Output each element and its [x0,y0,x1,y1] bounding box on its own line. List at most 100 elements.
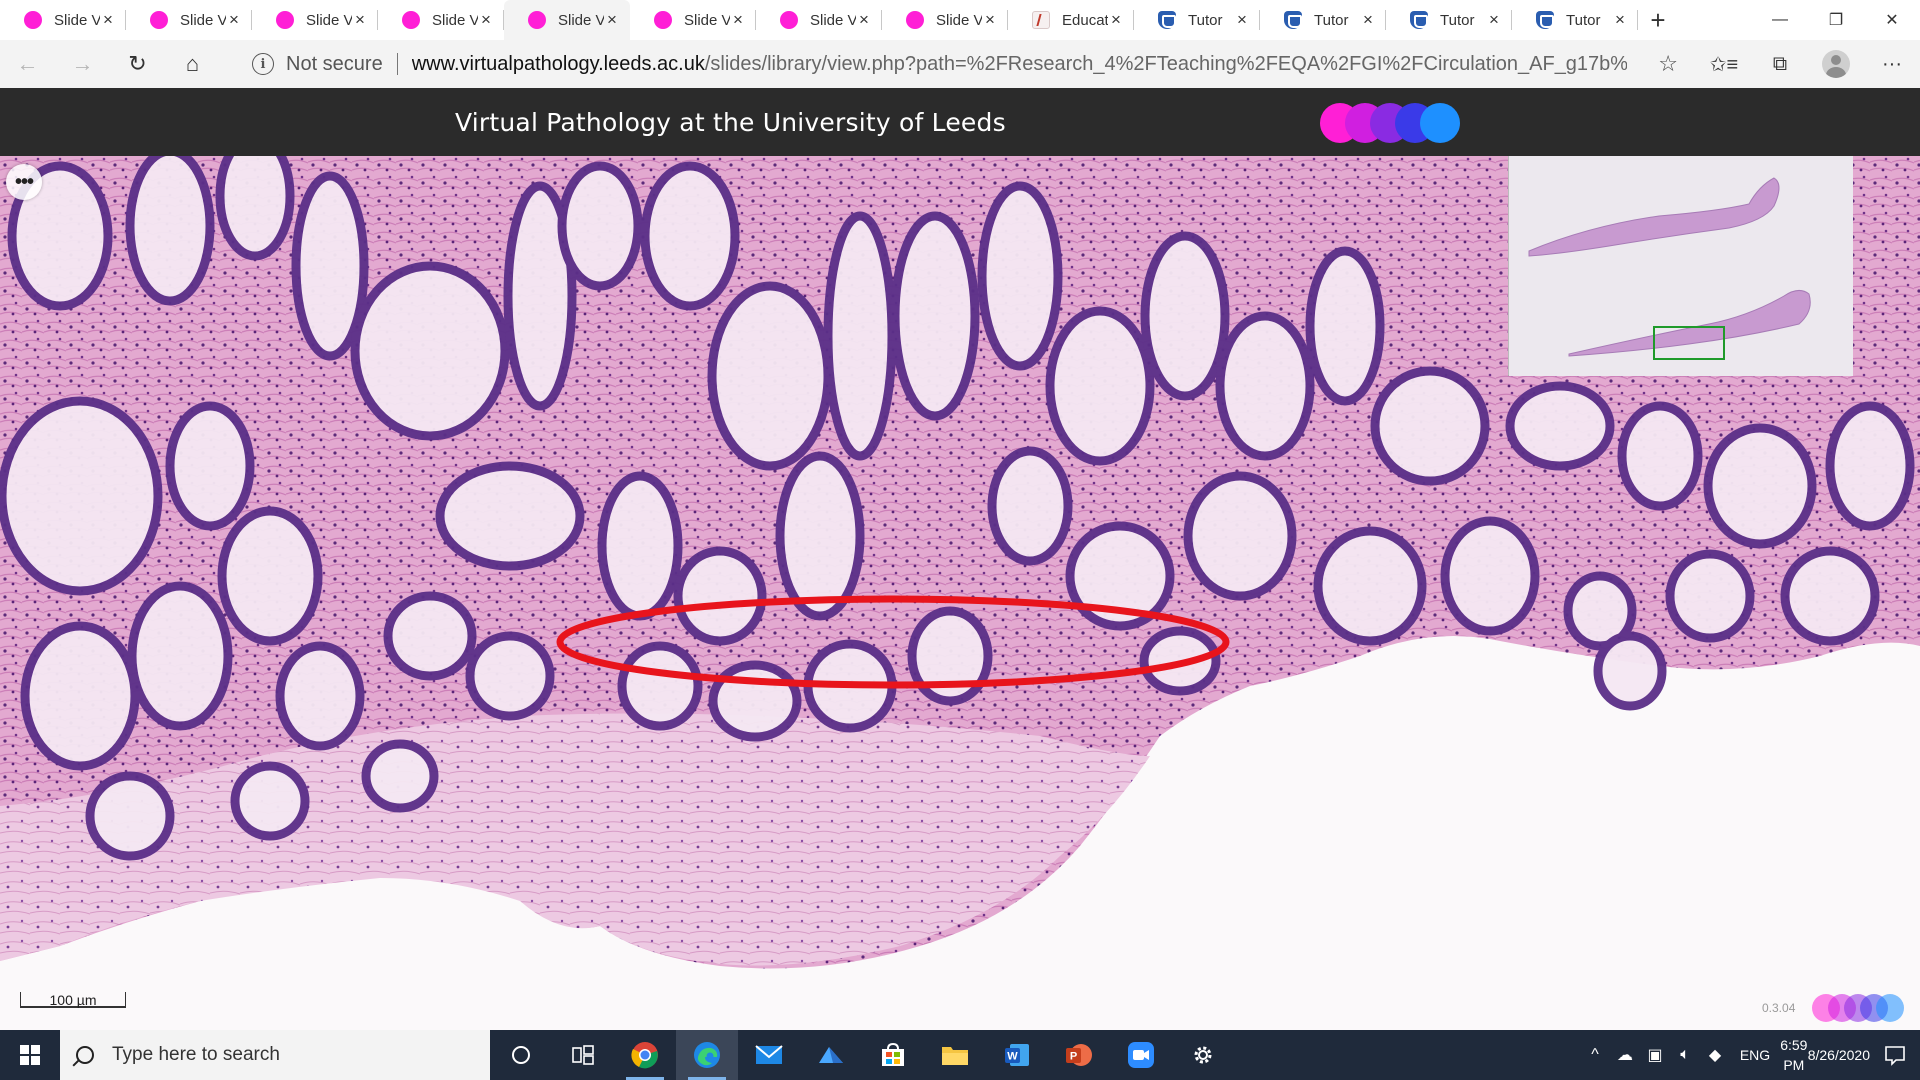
home-button[interactable]: ⌂ [165,40,220,88]
onedrive-icon[interactable]: ☁ [1610,1030,1640,1080]
shield-icon [1536,11,1554,29]
browser-tab[interactable]: Slide V × [630,0,756,40]
forward-button[interactable]: → [55,40,110,88]
volume-icon[interactable]: 🔈︎ [1670,1030,1700,1080]
browser-toolbar: ← → ↻ ⌂ i Not secure www.virtualpatholog… [0,40,1920,88]
chrome-icon[interactable] [614,1030,676,1080]
start-button[interactable] [0,1030,60,1080]
tab-close-icon[interactable]: × [100,11,116,28]
viewer-menu-button[interactable]: ••• [6,164,42,200]
pink-circle-icon [780,11,798,29]
shield-icon [1284,11,1302,29]
site-header: Virtual Pathology at the University of L… [0,88,1920,156]
browser-tab-strip: Slide V × Slide V × Slide V × Slide V × Slide V ×… [0,0,1920,40]
tab-label: Slide V [810,11,856,29]
cortana-icon[interactable] [490,1030,552,1080]
azure-data-studio-icon[interactable] [800,1030,862,1080]
url-text[interactable]: www.virtualpathology.leeds.ac.uk/slides/… [412,53,1627,76]
pink-circle-icon [528,11,546,29]
education-icon [1032,11,1050,29]
language-indicator[interactable]: ENG [1730,1030,1780,1080]
address-separator [396,53,398,75]
back-button[interactable]: ← [0,40,55,88]
shield-icon [1158,11,1176,29]
search-placeholder: Type here to search [112,1044,280,1065]
overview-thumbnail[interactable] [1508,156,1853,376]
zoom-icon[interactable] [1110,1030,1172,1080]
powerpoint-icon[interactable]: P [1048,1030,1110,1080]
browser-tab-active[interactable]: Slide V × [504,0,630,40]
task-view-icon[interactable] [552,1030,614,1080]
browser-tab[interactable]: Tutor × [1260,0,1386,40]
shield-icon [1410,11,1428,29]
tab-close-icon[interactable]: × [1108,11,1124,28]
browser-tab[interactable]: Slide V × [882,0,1008,40]
taskbar-search-box[interactable]: Type here to search [60,1030,490,1080]
tab-label: Tutor [1314,11,1349,29]
tab-close-icon[interactable]: × [352,11,368,28]
tab-close-icon[interactable]: × [730,11,746,28]
tab-label: Tutor [1566,11,1601,29]
browser-tab[interactable]: Slide V × [378,0,504,40]
notifications-icon[interactable] [1870,1030,1920,1080]
tab-close-icon[interactable]: × [1486,11,1502,28]
tab-label: Slide V [558,11,604,29]
mail-icon[interactable] [738,1030,800,1080]
tab-close-icon[interactable]: × [1234,11,1250,28]
window-controls: — ❐ ✕ [1752,0,1920,40]
address-bar[interactable]: i Not secure www.virtualpathology.leeds.… [236,46,1678,82]
dropbox-icon[interactable]: ◆ [1700,1030,1730,1080]
tab-close-icon[interactable]: × [226,11,242,28]
show-hidden-icons-chevron-icon[interactable]: ^ [1580,1030,1610,1080]
favorites-icon[interactable]: ✩≡ [1696,40,1752,88]
tab-label: Slide V [684,11,730,29]
tab-close-icon[interactable]: × [982,11,998,28]
browser-tab[interactable]: Slide V × [252,0,378,40]
site-info-icon[interactable]: i [252,53,274,75]
add-favorite-star-icon[interactable]: ☆ [1658,51,1678,77]
close-window-button[interactable]: ✕ [1864,0,1920,40]
word-icon[interactable]: W [986,1030,1048,1080]
tab-close-icon[interactable]: × [604,11,620,28]
windows-logo-icon [20,1045,40,1065]
browser-tab[interactable]: Tutor × [1512,0,1638,40]
browser-tab[interactable]: Slide V × [0,0,126,40]
small-logo-circle [1876,994,1904,1022]
store-icon[interactable] [862,1030,924,1080]
new-tab-button[interactable]: + [1638,0,1678,40]
profile-avatar[interactable] [1808,40,1864,88]
tab-label: Educat [1062,11,1108,29]
clock-time: 6:59 PM [1780,1037,1808,1073]
network-icon[interactable]: ▣ [1640,1030,1670,1080]
svg-text:W: W [1007,1051,1018,1063]
collections-icon[interactable]: ⧉ [1752,40,1808,88]
scale-bar-label: 100 µm [49,992,97,1008]
overview-slide-image [1509,156,1853,376]
clock-date: 8/26/2020 [1807,1047,1870,1063]
edge-icon[interactable] [676,1030,738,1080]
url-host: www.virtualpathology.leeds.ac.uk [411,52,705,75]
browser-tab[interactable]: Slide V × [126,0,252,40]
file-explorer-icon[interactable] [924,1030,986,1080]
browser-tab[interactable]: Slide V × [756,0,882,40]
restore-button[interactable]: ❐ [1808,0,1864,40]
refresh-button[interactable]: ↻ [110,40,165,88]
settings-icon[interactable] [1172,1030,1234,1080]
tab-label: Tutor [1188,11,1223,29]
browser-tab[interactable]: Tutor × [1134,0,1260,40]
viewer-version: 0.3.04 [1762,1001,1796,1015]
pink-circle-icon [654,11,672,29]
minimize-button[interactable]: — [1752,0,1808,40]
tab-close-icon[interactable]: × [1360,11,1376,28]
tab-close-icon[interactable]: × [1612,11,1628,28]
browser-tab[interactable]: Tutor × [1386,0,1512,40]
tab-close-icon[interactable]: × [856,11,872,28]
viewer-small-logo [1812,994,1912,1022]
browser-tab[interactable]: Educat × [1008,0,1134,40]
logo-circle [1420,103,1460,143]
toolbar-right-icons: ✩≡ ⧉ ··· [1696,40,1920,88]
slide-viewer[interactable]: ••• 100 µm 0.3.04 [0,156,1920,1030]
tab-close-icon[interactable]: × [478,11,494,28]
settings-more-icon[interactable]: ··· [1864,40,1920,88]
clock[interactable]: 6:59 PM 8/26/2020 [1780,1030,1870,1080]
